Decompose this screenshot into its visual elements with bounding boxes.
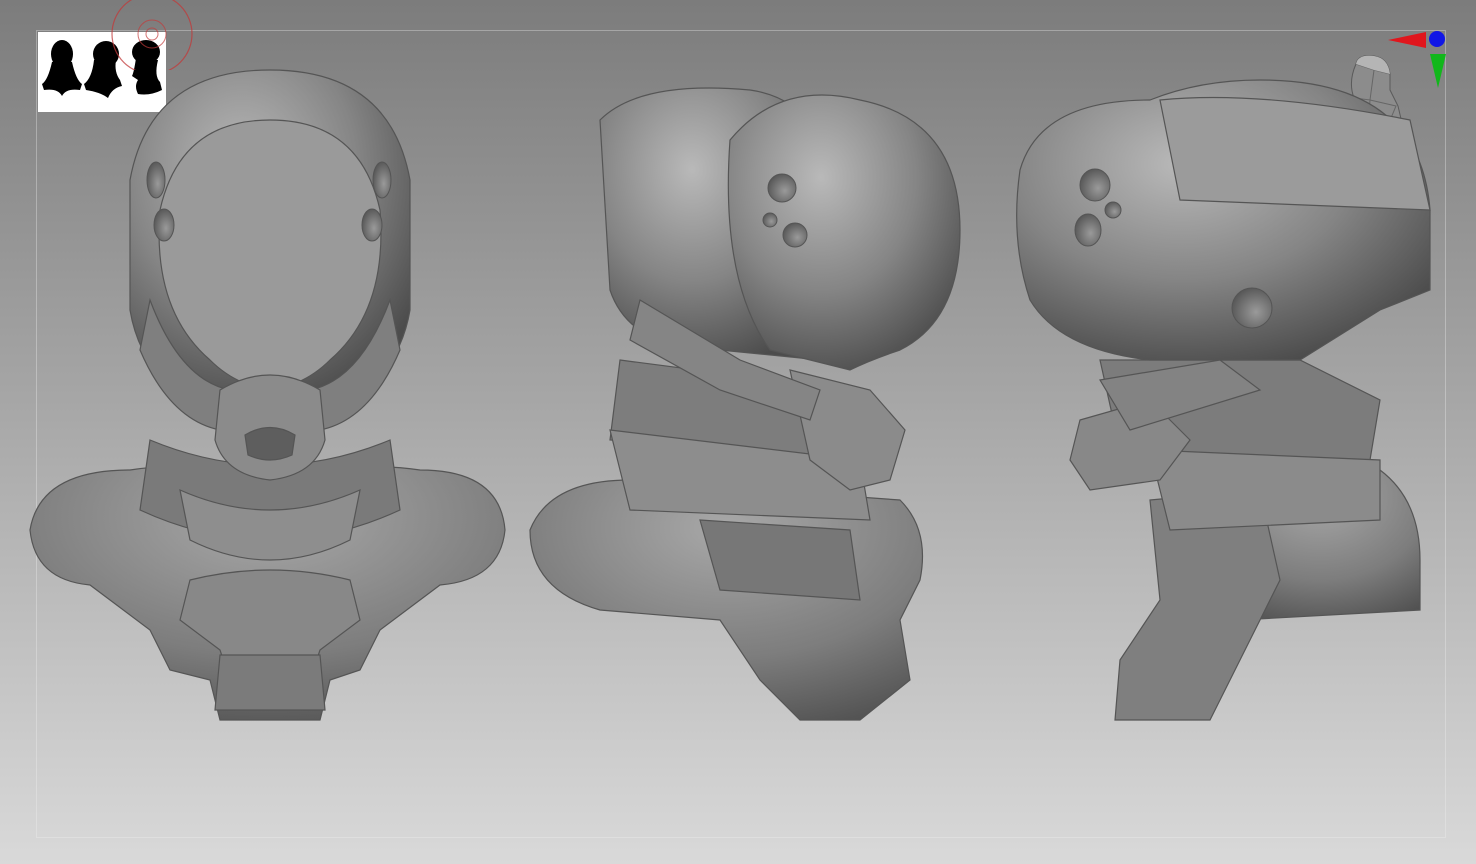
sculpt-view-front[interactable]: [20, 60, 520, 740]
sculpt-view-three-quarter[interactable]: [520, 60, 980, 740]
sculpt-view-side[interactable]: [1000, 60, 1440, 740]
sculpt-viewport[interactable]: [0, 0, 1476, 864]
